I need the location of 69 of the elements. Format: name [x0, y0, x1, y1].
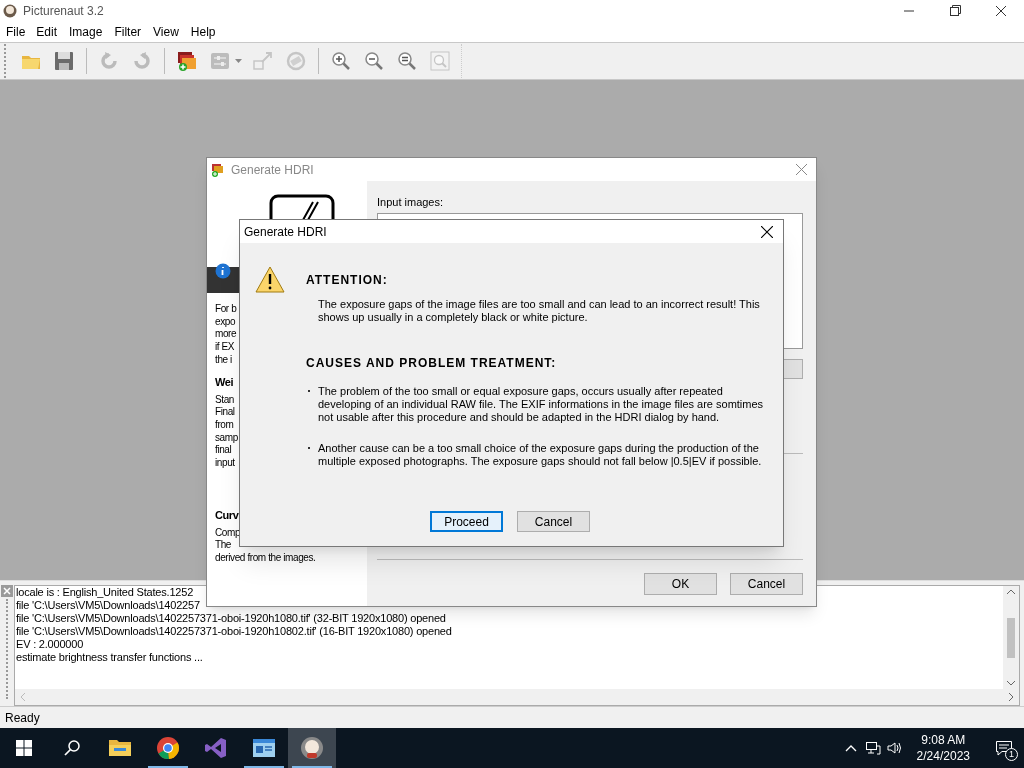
- cause-text: Another cause can be a too small choice of the exposure gaps during the production of the multiple exposed photographs. The exposure gaps should not fall below |0.5|EV if possible.: [318, 442, 763, 468]
- attention-heading: ATTENTION:: [306, 272, 389, 289]
- help-text: if EX: [215, 341, 235, 354]
- status-text: Ready: [5, 709, 40, 727]
- menu-item[interactable]: View: [153, 23, 179, 41]
- dialog-button[interactable]: [783, 358, 803, 379]
- section-heading: Wei: [215, 374, 234, 389]
- help-text: input: [215, 457, 235, 470]
- dialog-title: Generate HDRI: [231, 161, 314, 179]
- help-text: Stan: [215, 393, 234, 407]
- section-heading: Curv: [215, 507, 239, 522]
- help-text: derived from the images.: [215, 552, 316, 565]
- floppy-icon[interactable]: [52, 49, 76, 73]
- log-line: EV : 2.000000: [16, 638, 84, 651]
- help-text: expo: [215, 315, 236, 329]
- exposure-icon: [269, 194, 335, 220]
- input-images-label: Input images:: [377, 195, 445, 210]
- info-icon: [215, 263, 231, 279]
- clock-time: 9:08 AM: [921, 732, 966, 748]
- astronaut-icon[interactable]: [300, 736, 324, 760]
- clock[interactable]: 9:08 AM 2/24/2023: [910, 732, 976, 764]
- dialog-title: Generate HDRI: [244, 223, 327, 241]
- dialog-button[interactable]: Cancel: [517, 511, 590, 532]
- hdri-icon: [211, 162, 225, 177]
- dialog-button[interactable]: Proceed: [430, 511, 503, 532]
- help-text: For b: [215, 303, 237, 316]
- image-stack-icon[interactable]: [175, 49, 199, 73]
- help-text: more: [215, 328, 237, 342]
- help-text: final: [215, 444, 232, 458]
- window-title: Picturenaut 3.2: [23, 3, 104, 20]
- caret-icon[interactable]: [235, 59, 242, 63]
- browser-icon[interactable]: [156, 736, 180, 760]
- log-line: file 'C:\Users\VM5\Downloads\1402257371-oboi-1920h1080.tif' (32-BIT 1920x1080) opened: [16, 612, 446, 625]
- log-line: locale is : English_United States.1252: [16, 586, 194, 599]
- speaker-icon[interactable]: [886, 741, 903, 755]
- taskbar-button[interactable]: [288, 728, 336, 768]
- warning-icon: [255, 266, 285, 293]
- window-icon[interactable]: [252, 736, 276, 760]
- help-text: The: [215, 539, 232, 553]
- menu-item[interactable]: Help: [190, 23, 216, 41]
- help-text: samp: [215, 431, 238, 445]
- vertical-scrollbar[interactable]: [1003, 586, 1019, 689]
- dialog-button[interactable]: OK: [644, 572, 717, 595]
- app-icon: [3, 4, 17, 18]
- menu-item[interactable]: Filter: [114, 23, 142, 41]
- help-text: the i: [215, 353, 232, 367]
- chevron-icon[interactable]: [844, 744, 857, 752]
- log-line: estimate brightness transfer functions ...: [16, 651, 203, 664]
- clock-date: 2/24/2023: [916, 748, 970, 764]
- causes-heading: CAUSES AND PROBLEM TREATMENT:: [306, 355, 558, 372]
- network-icon[interactable]: [864, 741, 881, 755]
- log-line: file 'C:\Users\VM5\Downloads\1402257371-oboi-1920h10802.tif' (16-BIT 1920x1080) opened: [16, 625, 452, 638]
- scroll-thumb[interactable]: [1007, 617, 1015, 658]
- attention-text: The exposure gaps of the image files are too small and can lead to an incorrect result! This shows up usually in a completely black or white picture.: [318, 298, 761, 324]
- notification-icon[interactable]: [995, 740, 1013, 756]
- close-icon[interactable]: [761, 225, 773, 238]
- menu-item[interactable]: File: [6, 23, 26, 41]
- horizontal-scrollbar[interactable]: [15, 689, 1019, 705]
- menu-item[interactable]: Edit: [36, 23, 58, 41]
- menu-item[interactable]: Image: [69, 23, 103, 41]
- help-text: from: [215, 418, 234, 432]
- notification-badge: 1: [1005, 748, 1018, 761]
- dialog-button[interactable]: Cancel: [730, 572, 803, 595]
- log-line: file 'C:\Users\VM5\Downloads\1402257: [16, 599, 200, 612]
- infinity-icon[interactable]: [204, 736, 228, 760]
- help-text: Final: [215, 406, 235, 419]
- windows-icon[interactable]: [16, 740, 32, 756]
- cause-text: The problem of the too small or equal exposure gaps, occurs usually after repeated developing of an individual RAW file. The EXIF informations in the image files are somtimes not usable after this procedure and should be adapted in the HDRI dialog by hand.: [318, 385, 765, 424]
- search-icon[interactable]: [64, 740, 80, 756]
